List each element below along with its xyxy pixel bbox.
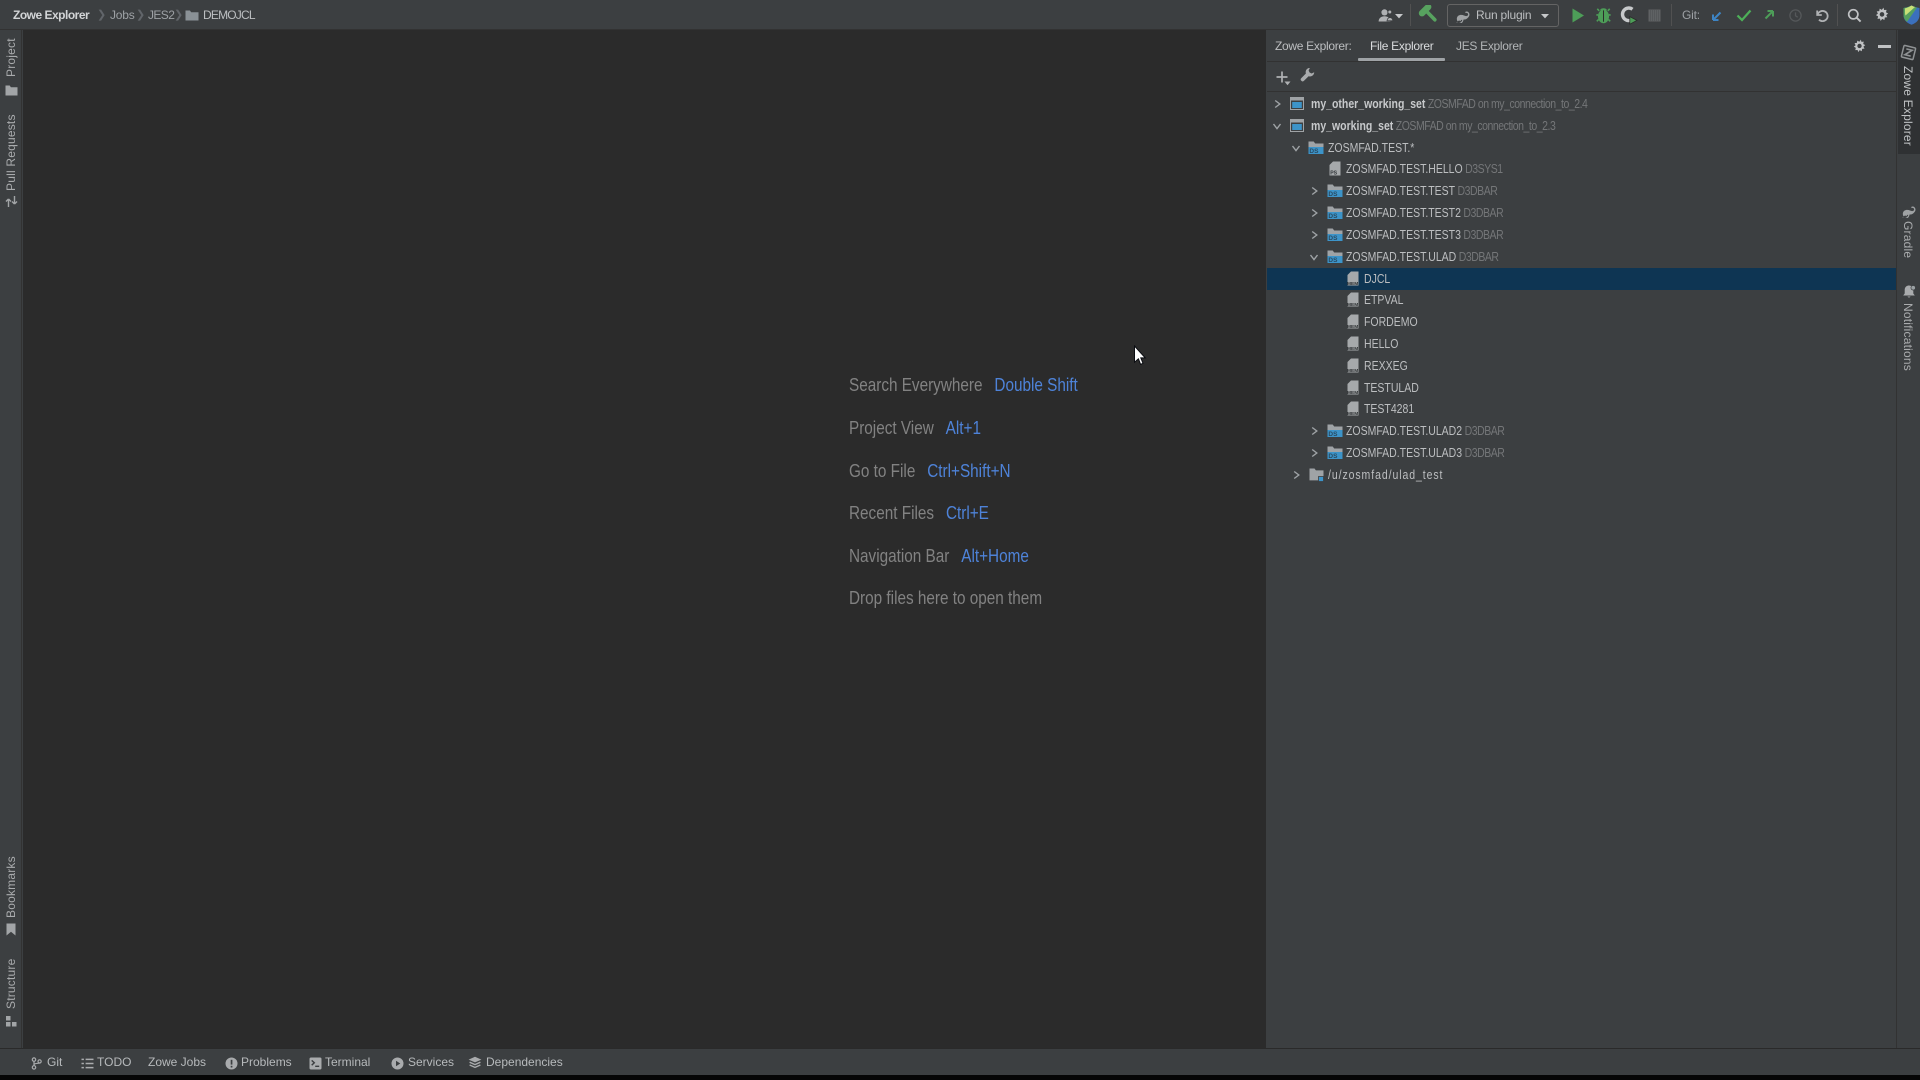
svg-text:DS: DS bbox=[1328, 213, 1338, 220]
svg-text:DS: DS bbox=[1328, 235, 1338, 242]
svg-text:MEM: MEM bbox=[1347, 390, 1358, 395]
svg-text:DS: DS bbox=[1309, 148, 1319, 155]
svg-text:MEM: MEM bbox=[1347, 411, 1358, 416]
svg-text:MEM: MEM bbox=[1347, 324, 1358, 329]
svg-text:DS: DS bbox=[1328, 431, 1338, 438]
svg-text:MEM: MEM bbox=[1347, 346, 1358, 351]
svg-text:MEM: MEM bbox=[1347, 368, 1358, 373]
svg-text:DS: DS bbox=[1328, 453, 1338, 460]
svg-text:PS: PS bbox=[1330, 171, 1337, 176]
svg-text:DS: DS bbox=[1328, 191, 1338, 198]
svg-text:MEM: MEM bbox=[1347, 302, 1358, 307]
svg-text:DS: DS bbox=[1328, 257, 1338, 264]
svg-text:MEM: MEM bbox=[1347, 281, 1358, 286]
